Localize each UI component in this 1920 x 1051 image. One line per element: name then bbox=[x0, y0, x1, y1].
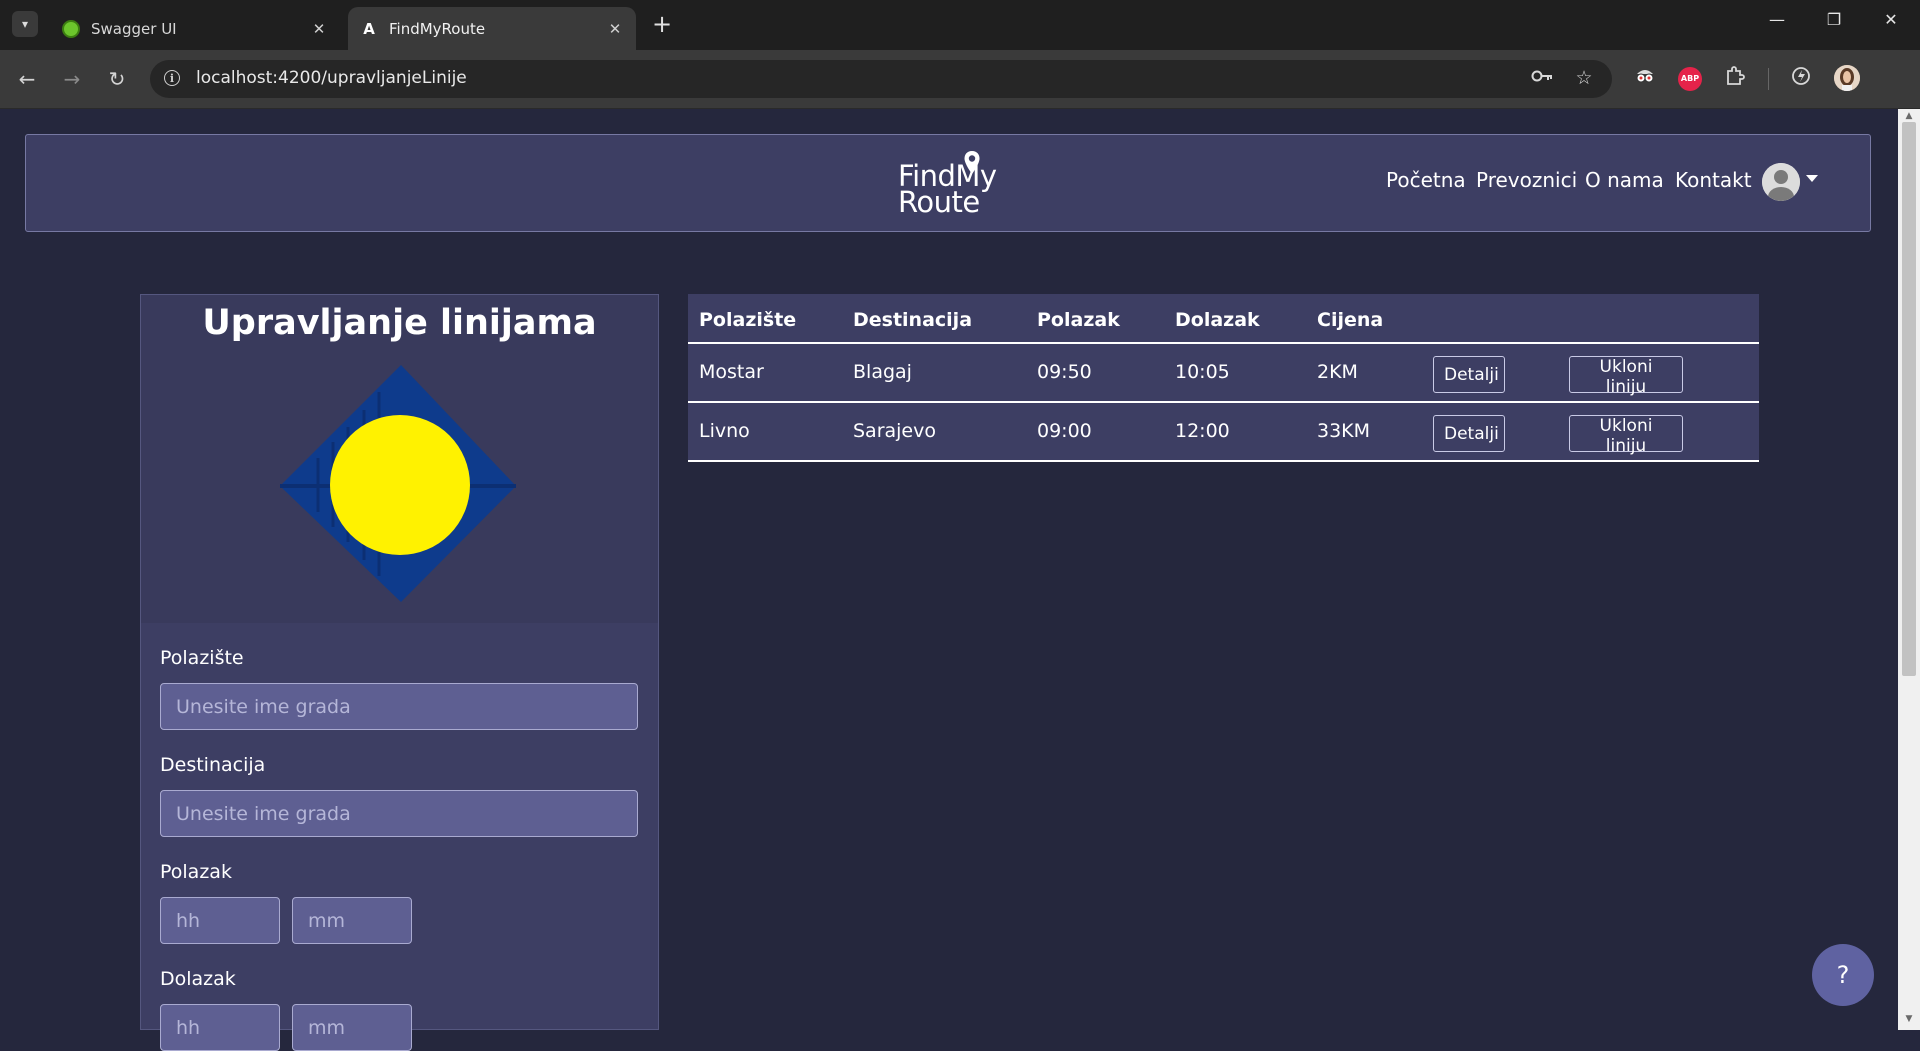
forward-arrow-icon[interactable]: → bbox=[57, 65, 87, 93]
dolazak-label: Dolazak bbox=[160, 968, 236, 990]
polazak-hours-input[interactable] bbox=[160, 897, 280, 944]
column-header-destinacija: Destinacija bbox=[853, 309, 973, 331]
profile-avatar[interactable] bbox=[1834, 65, 1860, 91]
performance-icon[interactable] bbox=[1788, 66, 1814, 92]
cell-destinacija: Blagaj bbox=[853, 361, 912, 383]
reload-icon[interactable]: ↻ bbox=[102, 65, 132, 93]
cell-polazak: 09:50 bbox=[1037, 361, 1092, 383]
spy-glasses-extension-icon[interactable] bbox=[1632, 66, 1658, 92]
close-tab-icon[interactable]: ✕ bbox=[604, 20, 626, 38]
column-header-dolazak: Dolazak bbox=[1175, 309, 1260, 331]
cell-dolazak: 12:00 bbox=[1175, 420, 1230, 442]
cell-cijena: 2KM bbox=[1317, 361, 1358, 383]
password-key-icon[interactable] bbox=[1529, 67, 1555, 90]
extensions-puzzle-icon[interactable] bbox=[1722, 66, 1748, 92]
scroll-up-arrow-icon[interactable]: ▲ bbox=[1902, 111, 1916, 121]
destinacija-label: Destinacija bbox=[160, 754, 266, 776]
back-arrow-icon[interactable]: ← bbox=[12, 65, 42, 93]
scroll-down-arrow-icon[interactable]: ▼ bbox=[1902, 1014, 1916, 1024]
details-button[interactable]: Detalji bbox=[1433, 356, 1505, 393]
nav-link-pocetna[interactable]: Početna bbox=[1386, 168, 1466, 192]
toolbar-divider bbox=[1768, 68, 1769, 90]
angular-icon: A bbox=[363, 19, 375, 38]
tab-label: FindMyRoute bbox=[389, 19, 486, 38]
polaziste-label: Polazište bbox=[160, 647, 244, 669]
tab-search-chevron-icon[interactable]: ▾ bbox=[12, 11, 38, 37]
cell-dolazak: 10:05 bbox=[1175, 361, 1230, 383]
user-menu-caret-icon[interactable] bbox=[1806, 175, 1818, 182]
destinacija-input[interactable] bbox=[160, 790, 638, 837]
findmyroute-logo[interactable]: FindMy Route bbox=[898, 162, 997, 217]
remove-line-button[interactable]: Ukloni liniju bbox=[1569, 356, 1683, 397]
nav-link-kontakt[interactable]: Kontakt bbox=[1675, 168, 1752, 192]
sun-diamond-logo-icon bbox=[280, 365, 516, 602]
site-info-icon[interactable]: i bbox=[164, 70, 180, 86]
url-text[interactable]: localhost:4200/upravljanjeLinije bbox=[196, 68, 467, 88]
page-title: Upravljanje linijama bbox=[202, 303, 597, 343]
column-header-cijena: Cijena bbox=[1317, 309, 1384, 331]
user-avatar-icon[interactable] bbox=[1762, 163, 1800, 201]
close-tab-icon[interactable]: ✕ bbox=[308, 20, 330, 38]
dolazak-hours-input[interactable] bbox=[160, 1004, 280, 1051]
cell-polazak: 09:00 bbox=[1037, 420, 1092, 442]
adblock-plus-icon[interactable]: ABP bbox=[1678, 67, 1702, 91]
bookmark-star-icon[interactable]: ☆ bbox=[1571, 67, 1597, 89]
column-header-polaziste: Polazište bbox=[699, 309, 797, 331]
tab-swagger-ui[interactable]: Swagger UI ✕ bbox=[50, 7, 340, 50]
nav-link-prevoznici[interactable]: Prevoznici bbox=[1476, 168, 1577, 192]
dolazak-minutes-input[interactable] bbox=[292, 1004, 412, 1051]
map-pin-icon bbox=[964, 151, 980, 174]
tab-findmyroute[interactable]: A FindMyRoute ✕ bbox=[348, 7, 636, 50]
cell-polaziste: Livno bbox=[699, 420, 750, 442]
polazak-label: Polazak bbox=[160, 861, 232, 883]
close-window-button[interactable]: ✕ bbox=[1879, 10, 1903, 29]
column-header-polazak: Polazak bbox=[1037, 309, 1120, 331]
new-tab-button[interactable]: + bbox=[652, 12, 672, 36]
details-button[interactable]: Detalji bbox=[1433, 415, 1505, 452]
cell-destinacija: Sarajevo bbox=[853, 420, 936, 442]
remove-line-button[interactable]: Ukloni liniju bbox=[1569, 415, 1683, 456]
restore-button[interactable]: ❐ bbox=[1822, 10, 1846, 29]
cell-cijena: 33KM bbox=[1317, 420, 1371, 442]
polazak-minutes-input[interactable] bbox=[292, 897, 412, 944]
minimize-button[interactable]: — bbox=[1765, 10, 1789, 29]
swagger-icon bbox=[62, 19, 80, 38]
scrollbar-thumb[interactable] bbox=[1902, 122, 1916, 676]
polaziste-input[interactable] bbox=[160, 683, 638, 730]
help-button[interactable]: ? bbox=[1812, 944, 1874, 1006]
nav-link-o-nama[interactable]: O nama bbox=[1585, 168, 1664, 192]
tab-label: Swagger UI bbox=[91, 19, 177, 38]
cell-polaziste: Mostar bbox=[699, 361, 764, 383]
